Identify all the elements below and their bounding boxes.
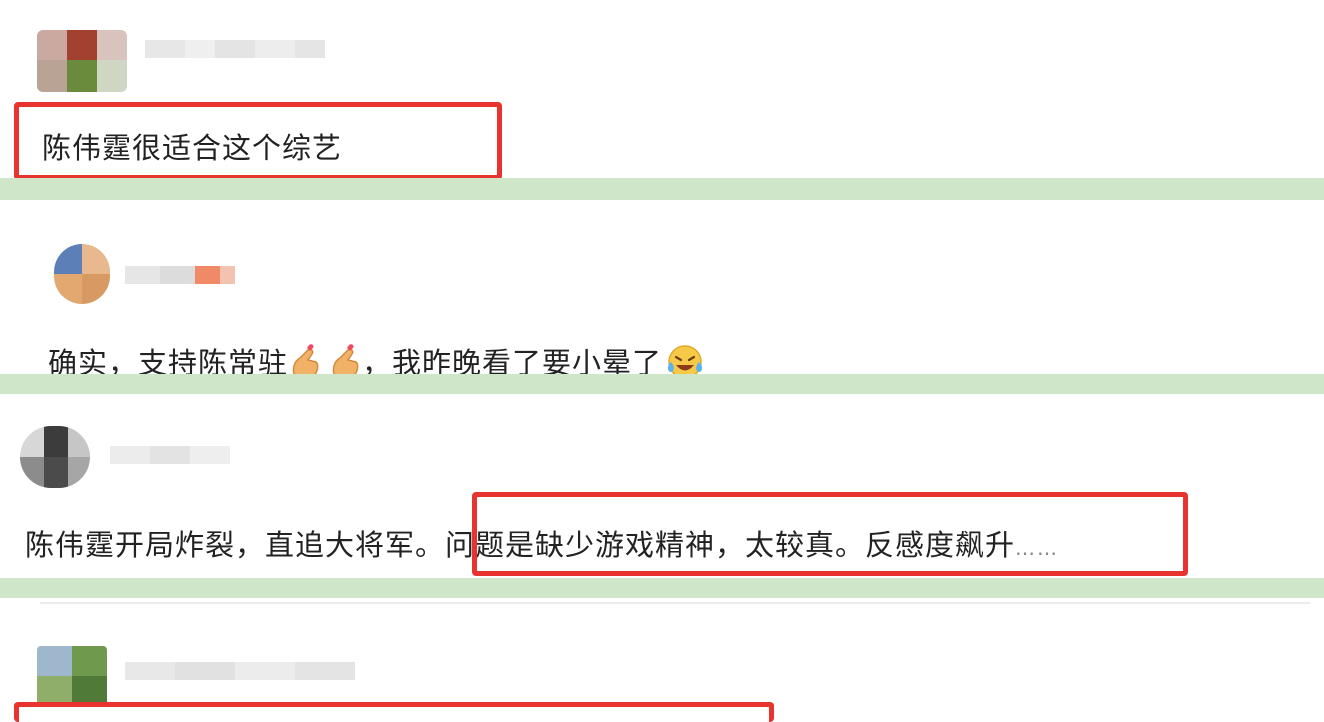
user-avatar[interactable] xyxy=(54,244,110,304)
comment-card-2: 确实，支持陈常驻 ，我昨晚看了要小晕了 xyxy=(0,200,1324,380)
highlight-box xyxy=(472,492,1188,576)
comment-text-plain: 陈伟霆开局炸裂，直追大将军。 xyxy=(25,528,446,562)
username-blurred[interactable] xyxy=(110,446,230,464)
username-blurred[interactable] xyxy=(145,40,325,58)
comment-card-1: 陈伟霆很适合这个综艺 xyxy=(0,0,1324,180)
comment-divider xyxy=(0,178,1324,200)
comment-divider xyxy=(0,578,1324,598)
divider-line xyxy=(40,602,1310,604)
user-avatar[interactable] xyxy=(37,646,107,706)
highlight-box xyxy=(14,702,774,722)
comment-card-4 xyxy=(0,598,1324,722)
comment-divider xyxy=(0,374,1324,394)
comment-card-3: 陈伟霆开局炸裂，直追大将军。问题是缺少游戏精神，太较真。反感度飙升…… xyxy=(0,394,1324,578)
username-blurred[interactable] xyxy=(125,266,235,284)
highlight-box xyxy=(14,102,502,180)
user-avatar[interactable] xyxy=(37,30,127,92)
user-avatar[interactable] xyxy=(20,426,90,488)
username-blurred[interactable] xyxy=(125,662,355,680)
